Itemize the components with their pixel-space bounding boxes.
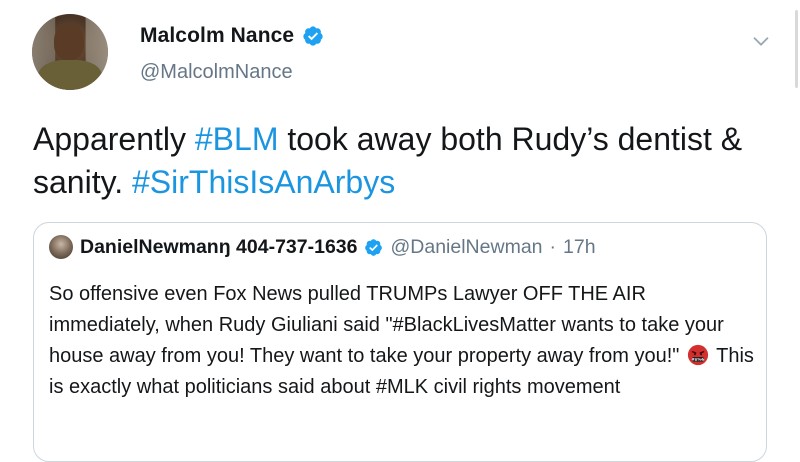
quoted-author-avatar	[49, 235, 73, 259]
quoted-tweet-header: DanielNewmanŋ 404-737-1636 @DanielNewman…	[49, 235, 596, 259]
svg-text:#$%&: #$%&	[691, 357, 705, 362]
verified-badge-icon	[365, 238, 383, 256]
scrollbar[interactable]	[795, 10, 798, 88]
tweet-card: Malcolm Nance @MalcolmNance Apparently #…	[0, 0, 800, 462]
quoted-tweet[interactable]: DanielNewmanŋ 404-737-1636 @DanielNewman…	[33, 222, 767, 462]
author-handle[interactable]: @MalcolmNance	[140, 61, 293, 84]
quoted-author-handle: @DanielNewman	[390, 235, 543, 258]
hashtag-link[interactable]: #SirThisIsAnArbys	[132, 164, 395, 200]
author-name-row: Malcolm Nance	[140, 24, 324, 48]
face-with-symbols-on-mouth-icon: #$%&	[687, 344, 709, 366]
tweet-text-part: Apparently	[33, 121, 195, 157]
separator-dot: ·	[549, 235, 557, 258]
quoted-author-name: DanielNewmanŋ 404-737-1636	[80, 235, 358, 258]
quoted-tweet-time: 17h	[563, 235, 596, 258]
chevron-down-icon[interactable]	[750, 30, 772, 52]
avatar-shirt	[38, 60, 102, 90]
author-name[interactable]: Malcolm Nance	[140, 24, 294, 48]
tweet-text: Apparently #BLM took away both Rudy’s de…	[33, 118, 773, 204]
verified-badge-icon	[303, 26, 323, 46]
quoted-body-part: So offensive even Fox News pulled TRUMPs…	[49, 283, 724, 367]
author-avatar[interactable]	[32, 14, 108, 90]
avatar-face	[54, 24, 84, 60]
hashtag-link[interactable]: #BLM	[195, 121, 279, 157]
quoted-tweet-body: So offensive even Fox News pulled TRUMPs…	[49, 279, 755, 403]
